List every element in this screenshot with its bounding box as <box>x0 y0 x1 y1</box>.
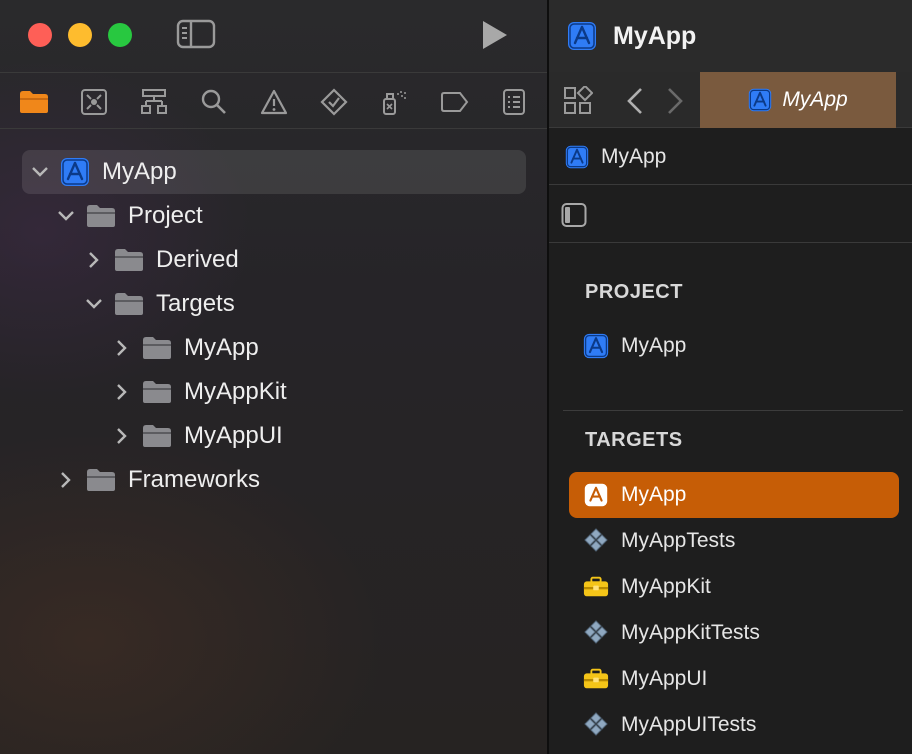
report-icon[interactable] <box>499 87 529 117</box>
targets-section-header: TARGETS <box>585 429 683 451</box>
chevron-right-icon[interactable] <box>56 470 76 490</box>
target-label: MyAppKitTests <box>621 621 760 644</box>
tree-label-frameworks: Frameworks <box>128 466 261 493</box>
framework-toolbox-icon <box>583 574 609 600</box>
editor-tab-bar: MyApp <box>549 72 912 128</box>
debug-spray-icon[interactable] <box>379 87 409 117</box>
folder-icon <box>86 468 116 492</box>
chevron-right-icon[interactable] <box>112 382 132 402</box>
app-project-icon <box>583 333 609 359</box>
back-chevron-icon[interactable] <box>623 86 647 116</box>
target-item-myappui[interactable]: MyAppUI <box>569 656 899 702</box>
tree-row-target-myapp[interactable]: MyApp <box>112 326 259 370</box>
tree-label-target-myappkit: MyAppKit <box>184 378 287 405</box>
project-editor-toolbar <box>549 186 912 243</box>
window-title: MyApp <box>613 21 697 50</box>
target-item-myappkit[interactable]: MyAppKit <box>569 564 899 610</box>
folder-icon <box>142 380 172 404</box>
source-control-icon[interactable] <box>79 87 109 117</box>
jump-bar[interactable]: MyApp <box>549 129 912 185</box>
tree-row-derived[interactable]: Derived <box>84 238 239 282</box>
test-bundle-icon <box>583 528 609 554</box>
tree-label-target-myappui: MyAppUI <box>184 422 283 449</box>
target-label: MyAppKit <box>621 575 711 598</box>
run-button[interactable] <box>478 18 512 52</box>
section-divider <box>563 410 903 411</box>
window-toolbar <box>0 0 548 72</box>
folder-icon <box>142 424 172 448</box>
tree-label-root: MyApp <box>102 158 177 185</box>
app-project-icon <box>565 145 589 169</box>
chevron-down-icon[interactable] <box>56 206 76 226</box>
app-project-icon <box>567 21 597 51</box>
chevron-right-icon[interactable] <box>112 426 132 446</box>
folder-icon <box>114 248 144 272</box>
test-bundle-icon <box>583 620 609 646</box>
tree-label-derived: Derived <box>156 246 239 273</box>
target-item-myappkittests[interactable]: MyAppKitTests <box>569 610 899 656</box>
hierarchy-icon[interactable] <box>139 87 169 117</box>
jump-bar-label: MyApp <box>601 144 667 168</box>
chevron-right-icon[interactable] <box>112 338 132 358</box>
folder-icon <box>142 336 172 360</box>
target-label: MyAppUI <box>621 667 708 690</box>
tree-label-project: Project <box>128 202 203 229</box>
chevron-right-icon[interactable] <box>84 250 104 270</box>
framework-toolbox-icon <box>583 666 609 692</box>
project-list-item[interactable]: MyApp <box>569 323 899 369</box>
project-section-header: PROJECT <box>585 281 683 303</box>
tree-row-project[interactable]: Project <box>56 194 203 238</box>
target-label: MyAppTests <box>621 529 736 552</box>
forward-chevron-icon[interactable] <box>663 86 687 116</box>
app-project-icon <box>60 157 90 187</box>
editor-tab-label: MyApp <box>782 88 848 111</box>
target-label: MyAppUITests <box>621 713 757 736</box>
app-icon <box>583 482 609 508</box>
tree-row-frameworks[interactable]: Frameworks <box>56 458 260 502</box>
tree-label-target-myapp: MyApp <box>184 334 259 361</box>
tree-label-targets: Targets <box>156 290 235 317</box>
warning-icon[interactable] <box>259 87 289 117</box>
test-bundle-icon <box>583 712 609 738</box>
target-label: MyApp <box>621 483 687 506</box>
editor-pane: MyApp MyApp MyApp PROJECT MyApp TARGETS … <box>549 0 912 754</box>
folder-icon[interactable] <box>19 87 49 117</box>
related-items-grid-icon[interactable] <box>563 84 594 116</box>
chevron-down-icon[interactable] <box>30 162 50 182</box>
target-item-myapptests[interactable]: MyAppTests <box>569 518 899 564</box>
project-item-label: MyApp <box>621 334 687 357</box>
tree-row-target-myappui[interactable]: MyAppUI <box>112 414 283 458</box>
sidebar-toggle-icon[interactable] <box>176 18 216 50</box>
app-project-icon <box>748 88 772 112</box>
tree-row-target-myappkit[interactable]: MyAppKit <box>112 370 287 414</box>
tree-row-targets[interactable]: Targets <box>84 282 235 326</box>
target-item-myapp[interactable]: MyApp <box>569 472 899 518</box>
folder-icon <box>86 204 116 228</box>
editor-tab-myapp[interactable]: MyApp <box>700 72 896 128</box>
minimize-window-button[interactable] <box>68 23 92 47</box>
folder-icon <box>114 292 144 316</box>
navigator-pane: MyApp Project Derived Targets MyApp MyAp… <box>0 0 548 754</box>
tree-row-root[interactable]: MyApp <box>22 150 526 194</box>
zoom-window-button[interactable] <box>108 23 132 47</box>
chevron-down-icon[interactable] <box>84 294 104 314</box>
editor-titlebar: MyApp <box>549 0 912 72</box>
close-window-button[interactable] <box>28 23 52 47</box>
test-icon[interactable] <box>319 87 349 117</box>
search-icon[interactable] <box>199 87 229 117</box>
navigator-selector-bar <box>0 72 548 129</box>
target-item-myappuitests[interactable]: MyAppUITests <box>569 702 899 748</box>
breakpoint-icon[interactable] <box>439 87 469 117</box>
show-hide-list-icon[interactable] <box>561 202 587 228</box>
